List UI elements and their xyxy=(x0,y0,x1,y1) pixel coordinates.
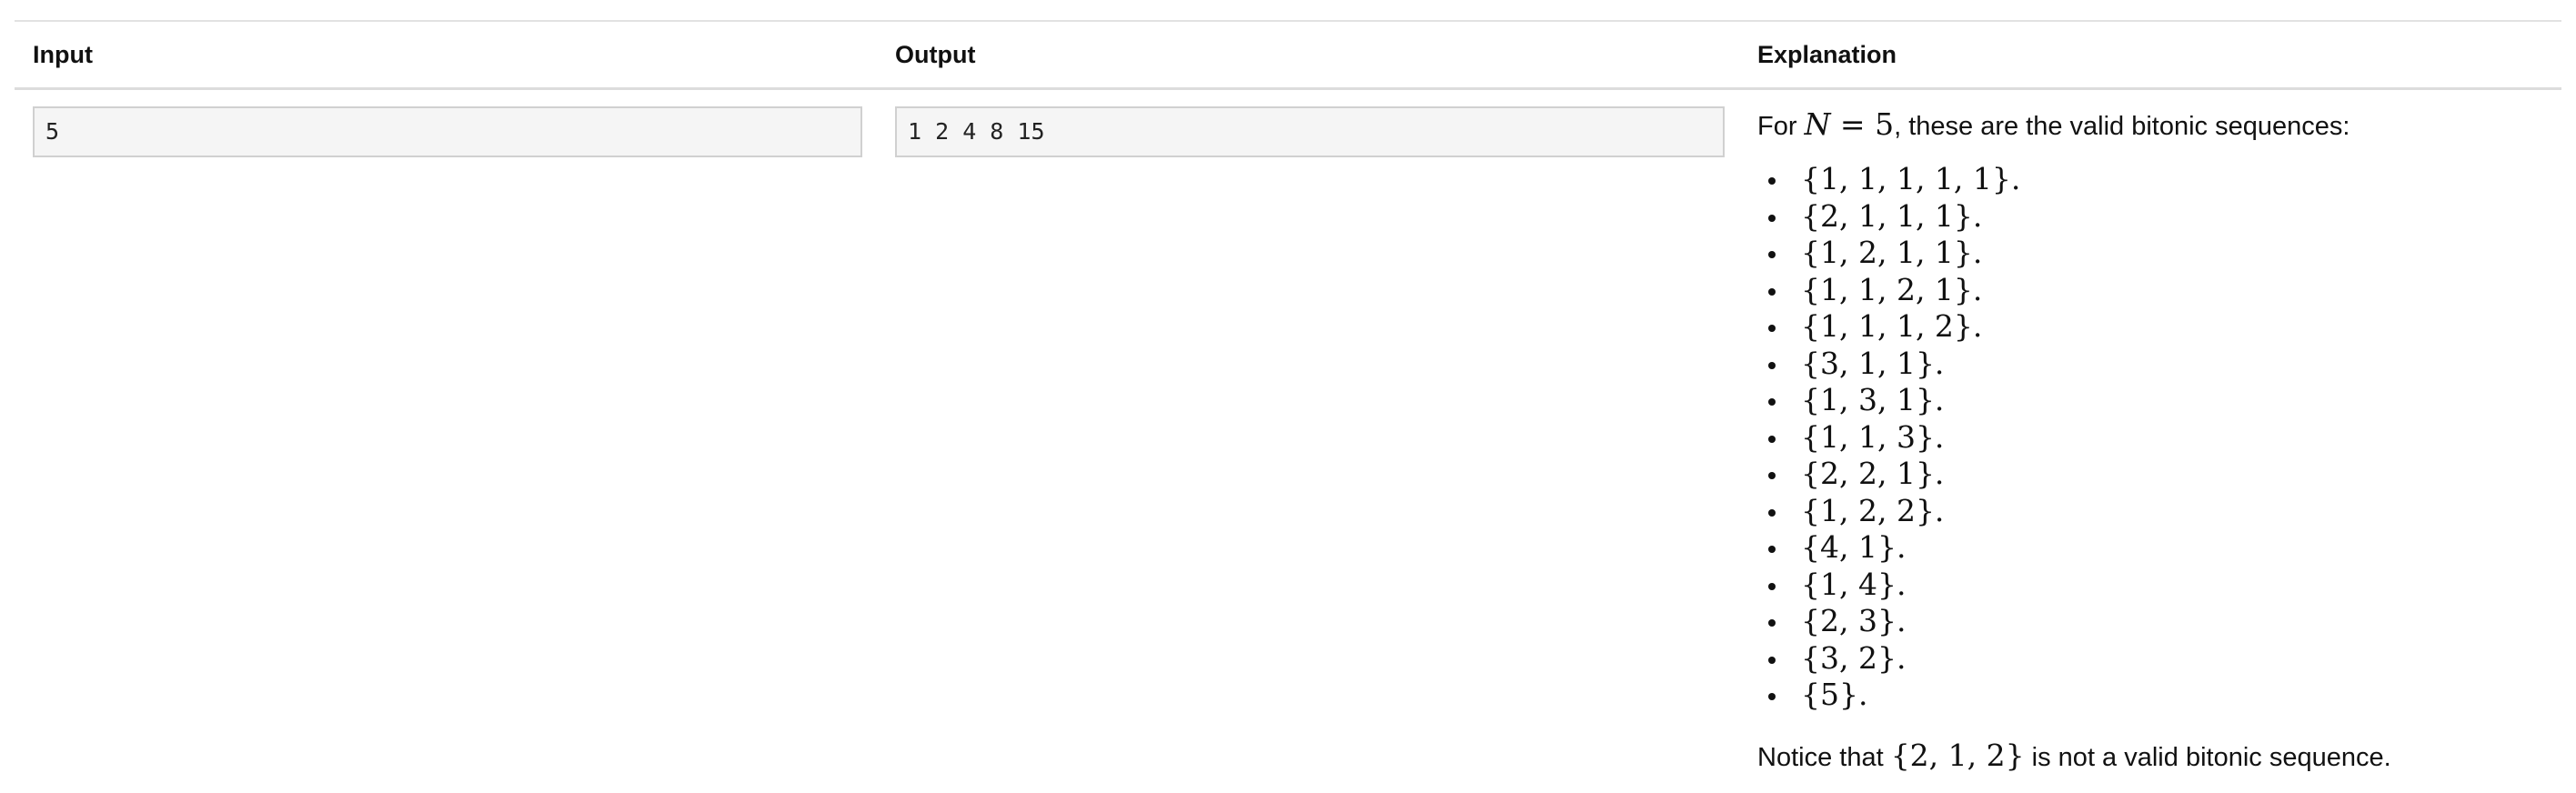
notice-sequence: {2, 1, 2} xyxy=(1890,737,2025,773)
input-value-box[interactable]: 5 xyxy=(33,106,862,157)
sequence-list-item: {1, 1, 3}. xyxy=(1768,419,2547,457)
output-cell: 1 2 4 8 15 xyxy=(877,89,1739,776)
notice-suffix: is not a valid bitonic sequence. xyxy=(2024,742,2391,772)
output-value-box[interactable]: 1 2 4 8 15 xyxy=(895,106,1725,157)
explanation-intro: For N = 5, these are the valid bitonic s… xyxy=(1757,106,2547,145)
sequence-list-item: {2, 1, 1, 1}. xyxy=(1768,198,2547,236)
sequence-list-item: {1, 3, 1}. xyxy=(1768,382,2547,419)
sequence-list-item: {2, 2, 1}. xyxy=(1768,456,2547,493)
intro-equation: = 5 xyxy=(1830,106,1895,142)
sample-io-table: Input Output Explanation 5 1 2 4 8 15 Fo… xyxy=(15,20,2561,776)
input-column-header: Input xyxy=(15,20,877,90)
input-cell: 5 xyxy=(15,89,877,776)
output-column-header: Output xyxy=(877,20,1739,90)
intro-prefix: For xyxy=(1757,112,1805,141)
sequence-list-item: {1, 2, 1, 1}. xyxy=(1768,235,2547,272)
sequence-list-item: {1, 2, 2}. xyxy=(1768,493,2547,530)
table-row: 5 1 2 4 8 15 For N = 5, these are the va… xyxy=(15,89,2561,776)
intro-variable: N xyxy=(1804,106,1831,142)
explanation-column-header: Explanation xyxy=(1739,20,2561,90)
sequence-list-item: {1, 1, 1, 1, 1}. xyxy=(1768,161,2547,198)
sequence-list-item: {5}. xyxy=(1768,677,2547,714)
explanation-notice: Notice that {2, 1, 2} is not a valid bit… xyxy=(1757,738,2547,776)
sequence-list-item: {1, 4}. xyxy=(1768,567,2547,604)
sequence-list-item: {4, 1}. xyxy=(1768,529,2547,567)
sequence-list-item: {2, 3}. xyxy=(1768,603,2547,640)
sequence-list-item: {3, 2}. xyxy=(1768,640,2547,678)
bitonic-sequence-list: {1, 1, 1, 1, 1}. {2, 1, 1, 1}. {1, 2, 1, 1… xyxy=(1757,161,2547,714)
table-header-row: Input Output Explanation xyxy=(15,20,2561,90)
sequence-list-item: {3, 1, 1}. xyxy=(1768,346,2547,383)
intro-suffix: , these are the valid bitonic sequences: xyxy=(1894,112,2350,141)
explanation-cell: For N = 5, these are the valid bitonic s… xyxy=(1739,89,2561,776)
sequence-list-item: {1, 1, 2, 1}. xyxy=(1768,272,2547,309)
sequence-list-item: {1, 1, 1, 2}. xyxy=(1768,308,2547,346)
notice-prefix: Notice that xyxy=(1757,742,1891,772)
